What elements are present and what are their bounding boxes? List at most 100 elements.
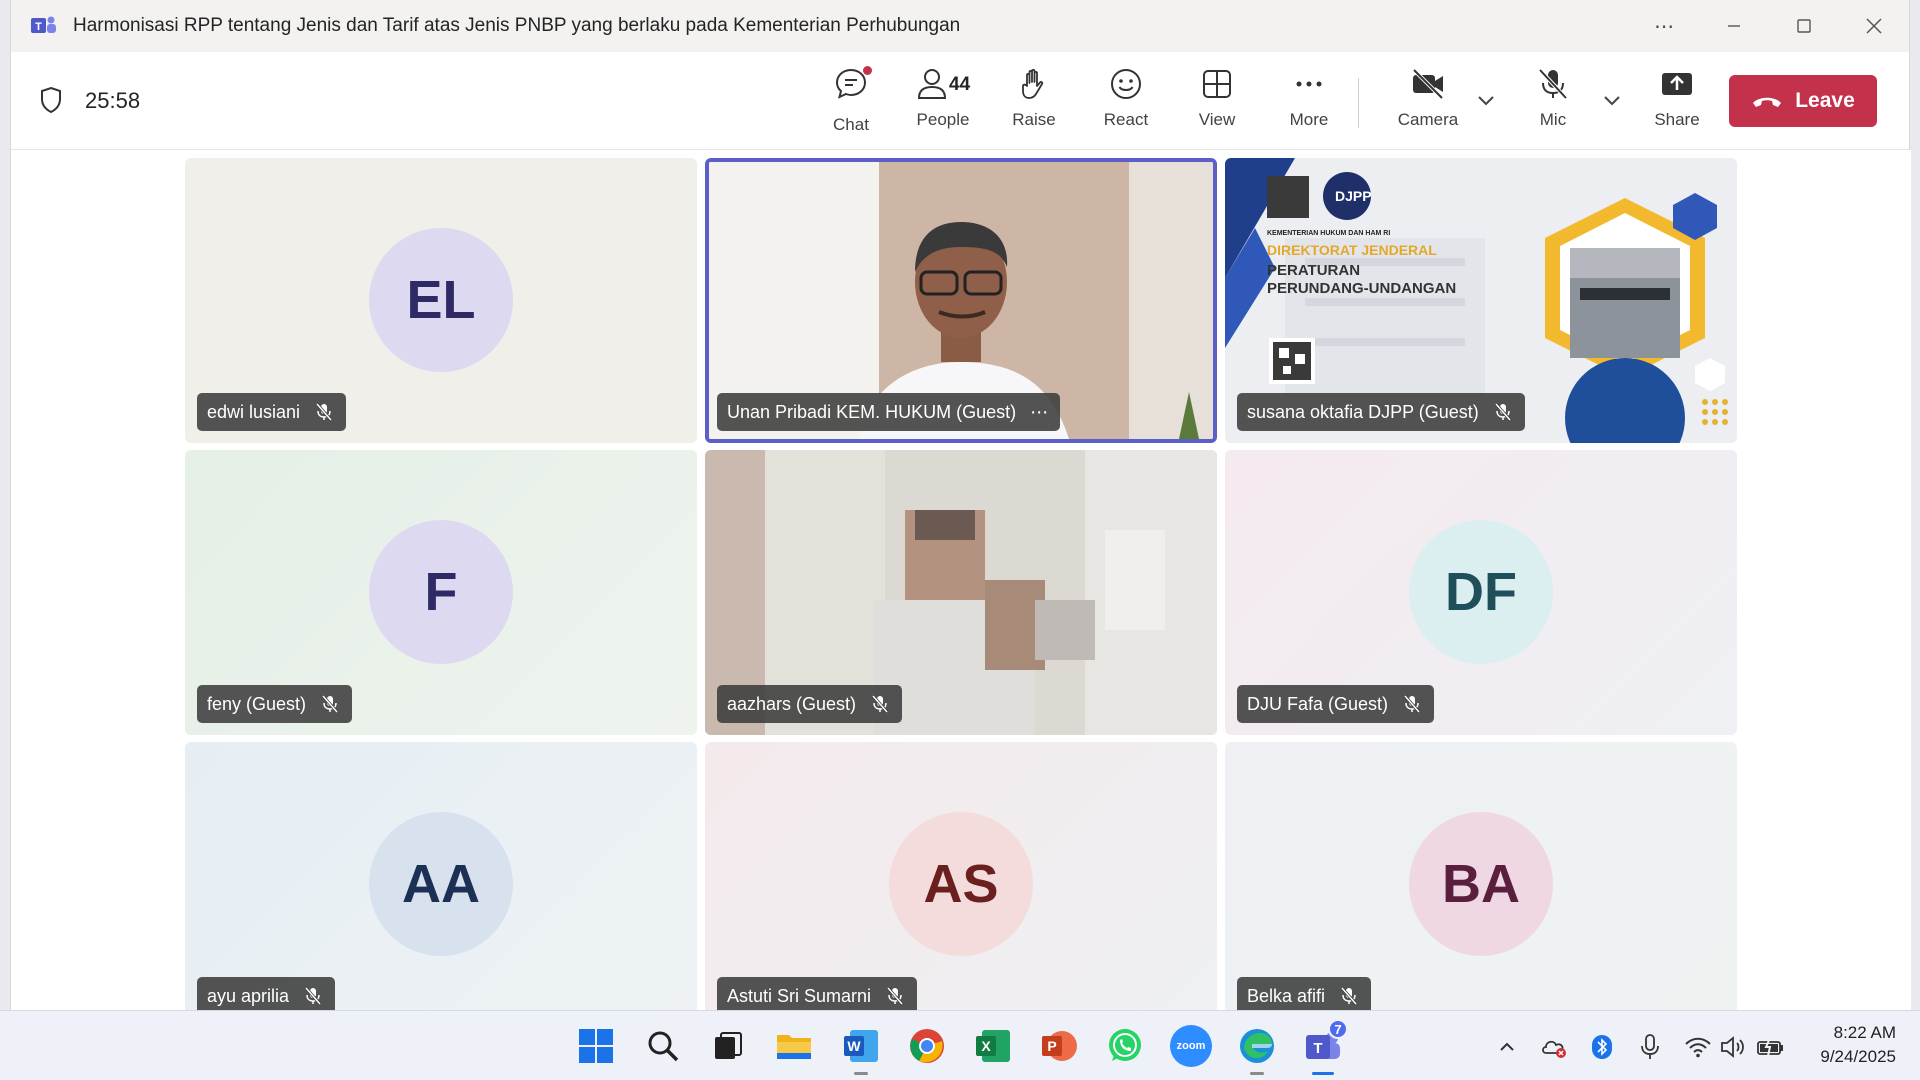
- participant-tile[interactable]: EL edwi lusiani: [185, 158, 697, 443]
- grid-view-icon: [1203, 70, 1231, 98]
- search-button[interactable]: [642, 1025, 684, 1067]
- chevron-up-icon: [1500, 1042, 1514, 1051]
- participant-name-tag: feny (Guest): [197, 685, 353, 723]
- onedrive-tray[interactable]: [1540, 1033, 1568, 1061]
- participant-tile[interactable]: AS Astuti Sri Sumarni: [705, 742, 1217, 1010]
- toolbar-divider: [1358, 78, 1359, 128]
- svg-text:P: P: [1047, 1038, 1056, 1054]
- volume-tray[interactable]: [1720, 1033, 1748, 1061]
- people-label: People: [916, 110, 970, 129]
- participant-tile[interactable]: DF DJU Fafa (Guest): [1225, 450, 1737, 735]
- title-bar: T Harmonisasi RPP tentang Jenis dan Tari…: [11, 0, 1909, 52]
- participant-name-tag: edwi lusiani: [197, 393, 347, 431]
- chat-button[interactable]: Chat: [811, 66, 891, 135]
- powerpoint-icon: P: [1042, 1031, 1077, 1061]
- bluetooth-tray[interactable]: [1588, 1033, 1616, 1061]
- unread-dot: [863, 66, 872, 75]
- word-icon: W: [844, 1030, 878, 1062]
- leave-button[interactable]: Leave: [1729, 75, 1877, 127]
- participant-video-tile-active[interactable]: Unan Pribadi KEM. HUKUM (Guest) ⋯: [705, 158, 1217, 443]
- taskbar-clock[interactable]: 8:22 AM 9/24/2025: [1820, 1021, 1896, 1069]
- camera-button[interactable]: Camera: [1388, 66, 1468, 130]
- active-indicator: [1312, 1072, 1334, 1075]
- mic-label: Mic: [1539, 110, 1567, 129]
- participant-name: ayu aprilia: [207, 985, 290, 1006]
- participant-name-tag: Belka afifi: [1237, 977, 1372, 1010]
- mic-options-chevron-icon[interactable]: [1600, 88, 1624, 112]
- battery-charging-icon: [1757, 1037, 1783, 1057]
- mic-muted-icon: [304, 987, 322, 1005]
- microphone-icon: [1641, 1034, 1659, 1059]
- zoom-label: zoom: [1176, 1040, 1206, 1052]
- file-explorer-button[interactable]: [773, 1025, 815, 1067]
- share-button[interactable]: Share: [1637, 66, 1717, 130]
- zoom-button[interactable]: zoom: [1170, 1025, 1212, 1067]
- speaker-icon: [1721, 1036, 1744, 1058]
- minimize-icon: [1728, 25, 1740, 27]
- powerpoint-button[interactable]: P: [1038, 1025, 1080, 1067]
- react-button[interactable]: React: [1086, 66, 1166, 130]
- teams-meeting-window: T Harmonisasi RPP tentang Jenis dan Tari…: [10, 0, 1911, 1010]
- raise-label: Raise: [1012, 110, 1056, 129]
- participant-name: Astuti Sri Sumarni: [727, 985, 872, 1006]
- participant-name: feny (Guest): [207, 693, 307, 714]
- folder-icon: [777, 1035, 811, 1059]
- react-label: React: [1103, 110, 1149, 129]
- participant-name-tag: Astuti Sri Sumarni: [717, 977, 918, 1010]
- task-view-button[interactable]: [707, 1025, 749, 1067]
- mic-muted-icon: [1340, 987, 1358, 1005]
- participant-name: aazhars (Guest): [727, 693, 857, 714]
- edge-button[interactable]: [1236, 1025, 1278, 1075]
- word-button[interactable]: W: [840, 1025, 882, 1075]
- minimize-button[interactable]: [1699, 0, 1769, 52]
- more-icon: [1296, 81, 1322, 87]
- mic-button[interactable]: Mic: [1513, 66, 1593, 130]
- dots-grid-icon: [1702, 399, 1728, 425]
- view-label: View: [1198, 110, 1236, 129]
- whatsapp-icon: [1109, 1029, 1141, 1061]
- windows-logo-icon: [579, 1029, 613, 1063]
- microphone-tray[interactable]: [1636, 1033, 1664, 1061]
- whatsapp-button[interactable]: [1104, 1025, 1146, 1067]
- people-count: 44: [949, 74, 971, 95]
- mic-muted-icon: [1403, 695, 1421, 713]
- people-icon: [917, 69, 947, 99]
- more-options-icon[interactable]: ⋯: [1030, 402, 1048, 423]
- wifi-tray[interactable]: [1684, 1033, 1712, 1061]
- meeting-timer: 25:58: [85, 88, 141, 113]
- slide-logo-text: DJPP: [1335, 188, 1372, 204]
- participant-name-tag: DJU Fafa (Guest): [1237, 685, 1435, 723]
- more-button[interactable]: More: [1269, 66, 1349, 130]
- view-button[interactable]: View: [1177, 66, 1257, 130]
- participant-name-tag: Unan Pribadi KEM. HUKUM (Guest) ⋯: [717, 393, 1061, 431]
- chrome-button[interactable]: [906, 1025, 948, 1067]
- video-stage: EL edwi lusiani Unan Pribadi KEM. HUKUM …: [11, 150, 1911, 1010]
- camera-options-chevron-icon[interactable]: [1474, 88, 1498, 112]
- battery-tray[interactable]: [1756, 1033, 1784, 1061]
- raise-hand-button[interactable]: Raise: [994, 66, 1074, 130]
- shield-icon[interactable]: [39, 86, 63, 114]
- avatar: DF: [1409, 520, 1553, 664]
- show-hidden-icons-button[interactable]: [1493, 1033, 1521, 1061]
- excel-button[interactable]: X: [972, 1025, 1014, 1067]
- more-options-icon[interactable]: ⋯: [1629, 0, 1699, 52]
- svg-text:T: T: [1313, 1040, 1322, 1057]
- start-button[interactable]: [575, 1025, 617, 1067]
- camera-off-icon: [1412, 68, 1444, 100]
- excel-icon: X: [976, 1030, 1010, 1062]
- mic-off-icon: [1538, 68, 1568, 100]
- participant-tile[interactable]: BA Belka afifi: [1225, 742, 1737, 1010]
- participant-name: DJU Fafa (Guest): [1247, 693, 1389, 714]
- close-button[interactable]: [1839, 0, 1909, 52]
- svg-text:T: T: [35, 21, 42, 33]
- participant-video-tile[interactable]: aazhars (Guest): [705, 450, 1217, 735]
- people-button[interactable]: 44 People: [903, 66, 983, 130]
- teams-taskbar-button[interactable]: T 7: [1302, 1019, 1348, 1075]
- teams-app-icon: T: [31, 16, 56, 33]
- maximize-button[interactable]: [1769, 0, 1839, 52]
- more-label: More: [1289, 110, 1329, 129]
- participant-tile[interactable]: F feny (Guest): [185, 450, 697, 735]
- participant-name-tag: aazhars (Guest): [717, 685, 903, 723]
- participant-tile[interactable]: AA ayu aprilia: [185, 742, 697, 1010]
- participant-video-tile[interactable]: DJPP KEMENTERIAN HUKUM DAN HAM RI DIREKT…: [1225, 158, 1737, 443]
